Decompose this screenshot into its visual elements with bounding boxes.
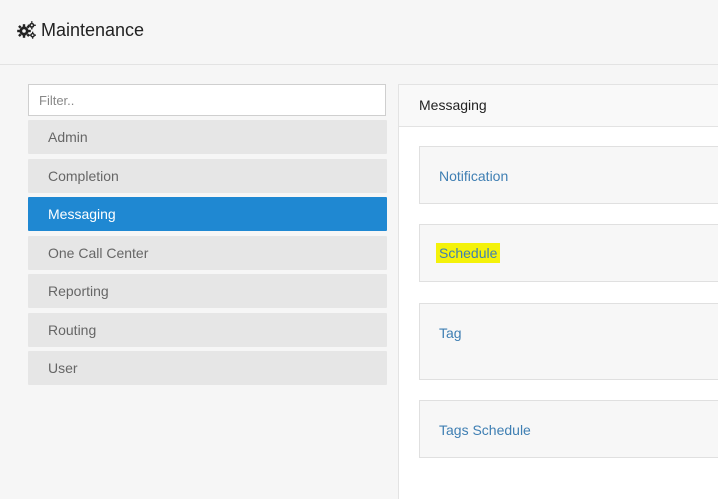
messaging-panel: Messaging Notification Schedule Tag Tags… [398, 84, 718, 499]
tags-schedule-link[interactable]: Tags Schedule [439, 421, 531, 439]
sidebar-nav: Admin Completion Messaging One Call Cent… [28, 120, 387, 390]
sidebar-item-reporting[interactable]: Reporting [28, 274, 387, 308]
card-notification: Notification [419, 146, 718, 204]
card-schedule: Schedule [419, 224, 718, 282]
schedule-link[interactable]: Schedule [436, 243, 501, 263]
sidebar-item-label: Messaging [48, 206, 116, 222]
sidebar-item-one-call-center[interactable]: One Call Center [28, 235, 387, 270]
sidebar-item-admin[interactable]: Admin [28, 120, 387, 154]
page-title: Maintenance [41, 20, 145, 40]
card-tag: Tag [419, 303, 718, 380]
sidebar-item-label: Admin [48, 129, 88, 145]
sidebar-item-label: Routing [48, 321, 97, 338]
filter-input[interactable] [28, 84, 386, 116]
sidebar-item-messaging[interactable]: Messaging [28, 197, 387, 231]
sidebar-item-completion[interactable]: Completion [28, 158, 387, 193]
card-tags-schedule: Tags Schedule [419, 400, 718, 458]
gears-icon [17, 21, 36, 39]
panel-title: Messaging [399, 85, 718, 127]
maintenance-page: Maintenance Admin Completion Messaging O… [0, 0, 718, 499]
sidebar-item-routing[interactable]: Routing [28, 312, 387, 347]
sidebar-item-label: Reporting [48, 283, 109, 299]
tag-link[interactable]: Tag [439, 324, 462, 342]
notification-link[interactable]: Notification [439, 167, 508, 185]
page-header: Maintenance [0, 0, 718, 65]
schedule-link-label: Schedule [436, 243, 501, 263]
sidebar-item-label: User [48, 360, 78, 376]
sidebar-item-label: Completion [48, 167, 119, 184]
sidebar-item-user[interactable]: User [28, 351, 387, 385]
sidebar-item-label: One Call Center [48, 244, 149, 261]
